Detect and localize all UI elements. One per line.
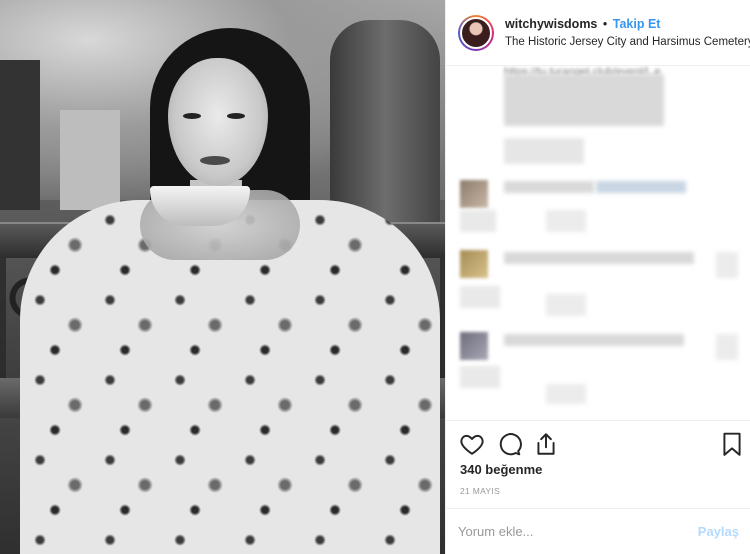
post-header-text: witchywisdoms • Takip Et The Historic Je… (505, 16, 750, 50)
post-header-top: witchywisdoms • Takip Et (505, 16, 750, 32)
comment-avatar[interactable] (460, 332, 488, 360)
photo-gravestone (60, 110, 120, 210)
post-actions-bar (446, 420, 750, 464)
post-date[interactable]: 21 MAYIS (460, 486, 500, 496)
blurred-comment-text (504, 334, 684, 346)
comment-avatar[interactable] (460, 250, 488, 278)
follow-button[interactable]: Takip Et (613, 17, 661, 31)
photo-gravestone (0, 60, 40, 210)
blurred-comment-meta (546, 210, 586, 232)
blurred-caption (504, 74, 664, 126)
username-link[interactable]: witchywisdoms (505, 17, 597, 31)
comment-icon[interactable] (496, 431, 522, 457)
location-link[interactable]: The Historic Jersey City and Harsimus Ce… (505, 34, 750, 50)
post-sidebar: witchywisdoms • Takip Et The Historic Je… (445, 0, 750, 554)
blurred-comment-author (504, 181, 594, 193)
blurred-comment-meta (546, 294, 586, 316)
blurred-comment-meta (716, 334, 738, 360)
post-comment-button[interactable]: Paylaş (698, 524, 739, 539)
bookmark-icon[interactable] (719, 431, 745, 457)
avatar-image (460, 16, 492, 49)
blurred-comment-meta (460, 286, 500, 308)
blurred-comment-meta (716, 252, 738, 278)
post-photo[interactable] (0, 0, 445, 554)
avatar[interactable] (458, 14, 494, 51)
likes-count[interactable]: 340 beğenme (460, 462, 542, 477)
blurred-caption (504, 138, 584, 164)
separator-dot: • (602, 16, 608, 31)
photo-subject-eye (183, 113, 201, 119)
add-comment-section: Paylaş (446, 508, 750, 554)
blurred-comment-meta (460, 366, 500, 388)
blurred-comment-text (504, 252, 694, 264)
share-icon[interactable] (533, 431, 559, 457)
blurred-comment-meta (460, 210, 496, 232)
comment-avatar[interactable] (460, 180, 488, 208)
blurred-comment-meta (546, 384, 586, 404)
comment-input[interactable] (458, 524, 698, 539)
post-header: witchywisdoms • Takip Et The Historic Je… (446, 0, 750, 66)
blurred-comment-text (596, 181, 686, 193)
photo-subject-eye (227, 113, 245, 119)
heart-icon[interactable] (459, 431, 485, 457)
comments-area[interactable]: https://tu.turanget.club/event/l..e (446, 66, 750, 420)
photo-subject-lips (200, 156, 230, 165)
